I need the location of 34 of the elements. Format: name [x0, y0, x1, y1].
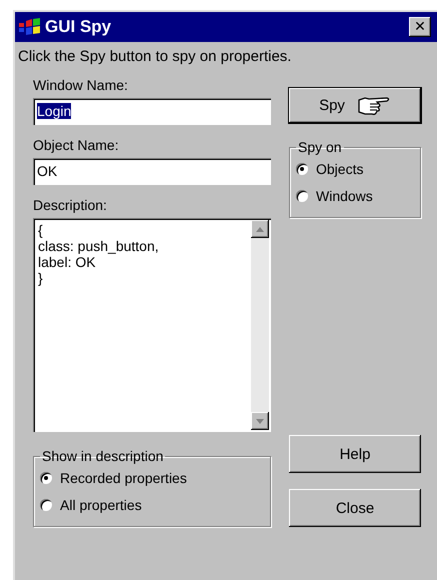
spy-button[interactable]: Spy — [289, 88, 421, 123]
radio-label[interactable]: Windows — [316, 188, 373, 204]
group-title: Spy on — [297, 139, 343, 155]
radio-label[interactable]: Recorded properties — [60, 470, 187, 486]
text-field[interactable]: OK — [33, 158, 271, 185]
radio-option[interactable]: All properties — [40, 491, 264, 518]
window-title: GUI Spy — [45, 17, 112, 37]
dialog-button[interactable]: Help — [289, 435, 421, 473]
scroll-up-button[interactable] — [251, 220, 269, 238]
description-box[interactable]: { class: push_button, label: OK } — [33, 218, 271, 432]
radio-option[interactable]: Objects — [296, 155, 414, 182]
radio-label[interactable]: All properties — [60, 496, 142, 512]
pointing-hand-icon — [356, 94, 391, 116]
description-text: { class: push_button, label: OK } — [37, 221, 160, 288]
radio-button[interactable] — [40, 472, 52, 484]
down-arrow-icon — [256, 418, 264, 424]
field-label: Window Name: — [33, 77, 129, 94]
radio-button[interactable] — [40, 498, 52, 510]
close-button[interactable]: ✕ — [409, 17, 431, 37]
dialog-button[interactable]: Close — [289, 489, 421, 527]
scroll-down-button[interactable] — [251, 412, 269, 430]
radio-button[interactable] — [296, 162, 308, 174]
radio-label[interactable]: Objects — [316, 160, 364, 176]
radio-option[interactable]: Windows — [296, 182, 414, 209]
field-label: Object Name: — [33, 137, 120, 154]
radio-option[interactable]: Recorded properties — [40, 464, 264, 491]
field-label: Description: — [33, 197, 108, 214]
app-icon — [19, 18, 41, 36]
instruction-text: Click the Spy button to spy on properties. — [17, 47, 292, 65]
text-field[interactable]: Login — [33, 98, 271, 125]
scrollbar[interactable] — [251, 220, 269, 430]
up-arrow-icon — [256, 226, 264, 232]
radio-button[interactable] — [296, 190, 308, 202]
group-title: Show in description — [41, 448, 164, 464]
